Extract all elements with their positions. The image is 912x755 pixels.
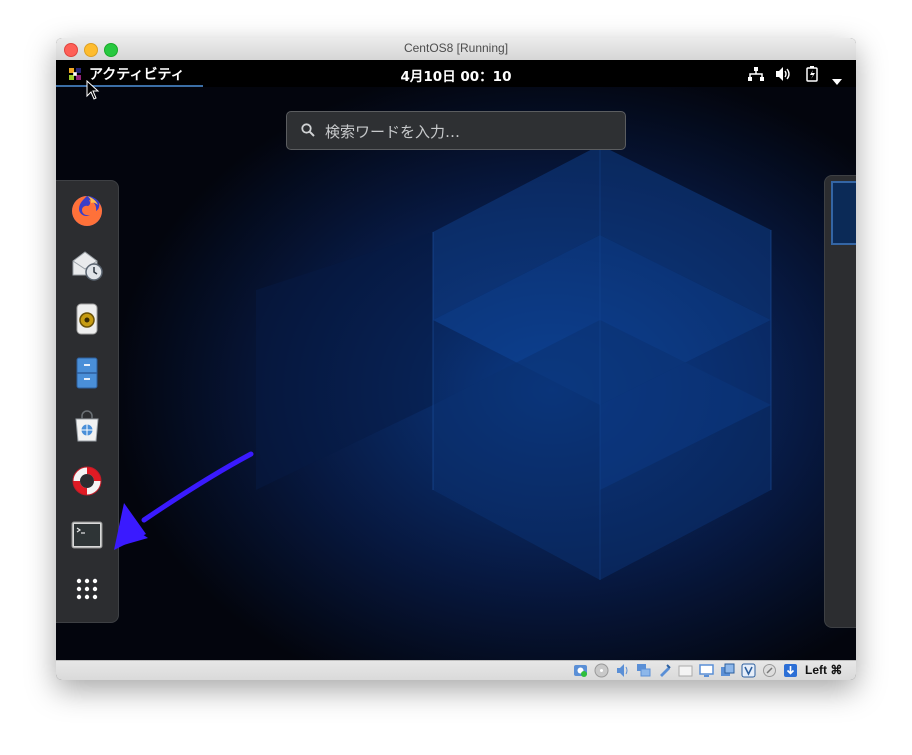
vbox-icon[interactable] xyxy=(741,663,756,678)
dash-favorites xyxy=(56,180,119,623)
workspace-thumbnail[interactable] xyxy=(831,181,856,245)
video-capture-icon[interactable] xyxy=(720,663,735,678)
search-icon xyxy=(301,123,315,137)
shared-folder-icon[interactable] xyxy=(678,663,693,678)
desktop-wallpaper xyxy=(56,60,856,660)
mouse-integration-icon[interactable] xyxy=(762,663,777,678)
help-lifebuoy-icon[interactable] xyxy=(69,463,105,499)
rhythmbox-speaker-icon[interactable] xyxy=(69,301,105,337)
host-key-label: Left ⌘ xyxy=(805,663,843,677)
keyboard-icon[interactable] xyxy=(783,663,798,678)
activities-underline xyxy=(56,85,203,87)
search-placeholder: 検索ワードを入力… xyxy=(325,123,461,141)
hard-disk-icon[interactable] xyxy=(573,663,588,678)
vbox-statusbar: Left ⌘ xyxy=(56,660,856,680)
window-title: CentOS8 [Running] xyxy=(403,41,509,55)
audio-icon[interactable] xyxy=(615,663,630,678)
usb-icon[interactable] xyxy=(657,663,672,678)
files-cabinet-icon[interactable] xyxy=(69,355,105,391)
display-icon[interactable] xyxy=(699,663,714,678)
battery-icon[interactable] xyxy=(806,66,818,86)
gnome-top-bar: アクティビティ 4月10日 00：10 xyxy=(56,60,856,87)
network-adapter-icon[interactable] xyxy=(636,663,651,678)
workspace-switcher[interactable] xyxy=(824,175,856,628)
volume-icon[interactable] xyxy=(776,66,792,85)
vm-screen[interactable]: アクティビティ 4月10日 00：10 検索ワードを入力… xyxy=(56,60,856,660)
software-bag-icon[interactable] xyxy=(69,409,105,445)
virtualbox-window: CentOS8 [Running] アクティビティ 4月10日 00：10 検索… xyxy=(56,38,856,680)
optical-drive-icon[interactable] xyxy=(594,663,609,678)
window-titlebar[interactable]: CentOS8 [Running] xyxy=(56,38,856,61)
evolution-mail-icon[interactable] xyxy=(69,247,105,283)
mouse-pointer-icon xyxy=(86,80,100,100)
system-menu-arrow-icon[interactable] xyxy=(832,70,842,89)
network-icon[interactable] xyxy=(748,66,764,85)
system-tray[interactable] xyxy=(736,60,856,87)
search-field[interactable]: 検索ワードを入力… xyxy=(286,111,626,150)
terminal-icon[interactable] xyxy=(69,517,105,553)
show-applications-grid-icon[interactable] xyxy=(69,571,105,607)
firefox-icon[interactable] xyxy=(69,193,105,229)
